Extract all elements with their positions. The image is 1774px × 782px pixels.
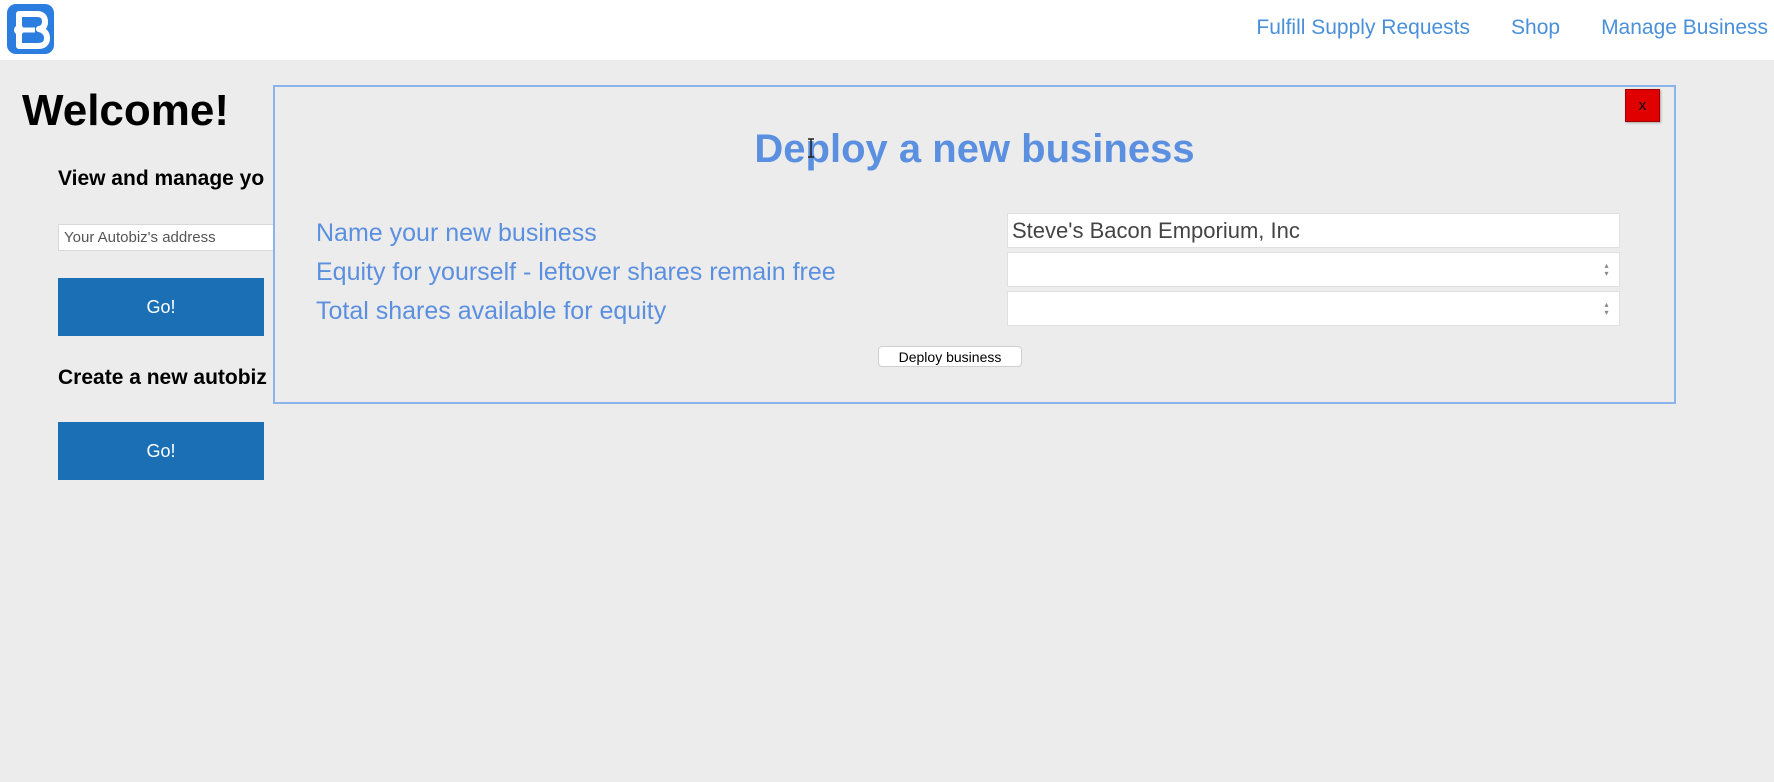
equity-label: Equity for yourself - leftover shares re… bbox=[316, 258, 836, 286]
go-button-view[interactable]: Go! bbox=[58, 278, 264, 336]
equity-input[interactable]: ▴ ▾ bbox=[1007, 252, 1620, 287]
business-name-input[interactable] bbox=[1007, 213, 1620, 248]
go-button-create[interactable]: Go! bbox=[58, 422, 264, 480]
nav-manage-business[interactable]: Manage Business bbox=[1601, 14, 1768, 42]
nav-links: Fulfill Supply Requests Shop Manage Busi… bbox=[1256, 14, 1768, 42]
spinner-icon[interactable]: ▴ ▾ bbox=[1602, 262, 1611, 278]
deploy-business-button[interactable]: Deploy business bbox=[878, 346, 1022, 367]
modal-title: Deploy a new business bbox=[754, 127, 1195, 171]
nav-fulfill-supply-requests[interactable]: Fulfill Supply Requests bbox=[1256, 14, 1470, 42]
total-shares-label: Total shares available for equity bbox=[316, 297, 667, 325]
business-name-label: Name your new business bbox=[316, 219, 597, 247]
autobiz-address-input[interactable] bbox=[58, 224, 278, 251]
close-modal-button[interactable]: x bbox=[1625, 89, 1660, 122]
welcome-heading: Welcome! bbox=[22, 86, 230, 135]
autobiz-logo-icon[interactable] bbox=[7, 4, 54, 54]
top-navbar: Fulfill Supply Requests Shop Manage Busi… bbox=[0, 0, 1774, 60]
spinner-icon[interactable]: ▴ ▾ bbox=[1602, 301, 1611, 317]
deploy-business-modal: x Deploy a new business Name your new bu… bbox=[273, 85, 1676, 404]
total-shares-input[interactable]: ▴ ▾ bbox=[1007, 291, 1620, 326]
nav-shop[interactable]: Shop bbox=[1511, 14, 1560, 42]
view-manage-heading: View and manage yo bbox=[58, 167, 265, 190]
text-cursor-icon bbox=[808, 138, 814, 158]
create-autobiz-heading: Create a new autobiz bbox=[58, 366, 267, 389]
